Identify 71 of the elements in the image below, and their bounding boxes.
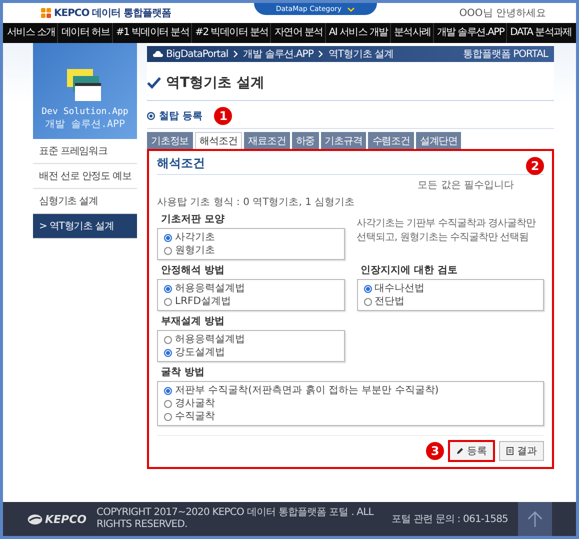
action-button[interactable]: 결과 [499,441,544,461]
radio-button[interactable] [164,386,172,394]
bullet-icon [147,112,155,120]
footer-logo-text: KEPCO [45,512,87,526]
arrow-up-icon [526,510,544,528]
radio-button[interactable] [164,246,172,254]
hint-text: 사각기초는 기판부 수직굴착과 경사굴착만 선택되고, 원형기초는 수직굴착만 선택됨 [356,217,537,245]
checkmark-icon [147,77,161,89]
action-button[interactable]: 등록 [448,440,495,462]
banner-subtitle: 개발 솔루션.APP [44,118,126,131]
breadcrumb-link[interactable]: BigDataPortal [166,48,228,60]
sidebar-item[interactable]: 표준 프레임워크 [33,139,137,164]
tab[interactable]: 기초규격 [320,132,366,149]
option-label: LRFD설계법 [175,295,231,308]
chevron-right-icon [318,50,324,58]
copyright-text: COPYRIGHT 2017~2020 KEPCO 데이터 통합플랫폼 포털 . ALL RIGHTS RESERVED. [96,507,375,531]
group-label: 부재설계 방법 [161,315,226,328]
option-label: 허용응력설계법 [175,333,245,346]
tab[interactable]: 기초정보 [147,132,193,149]
option-label: 허용응력설계법 [175,282,245,295]
radio-button[interactable] [364,284,372,292]
document-icon [506,447,514,455]
callout-badge: 3 [426,442,444,460]
option-label: 대수나선법 [374,282,424,295]
group-label: 굴착 방법 [161,366,206,379]
callout-badge: 1 [214,107,232,125]
cloud-icon [153,51,163,57]
page-title: 역T형기초 설계 [166,74,264,92]
radio-button[interactable] [164,284,172,292]
option-label: 강도설계법 [175,346,225,359]
option-label: 저판부 수직굴착(저판측면과 흙이 접하는 부분만 수직굴착) [175,384,439,397]
sidebar-item[interactable]: 배전 선로 안정도 예보 [33,164,137,189]
group-label: 인장지지에 대한 검토 [360,264,458,277]
callout-badge: 2 [526,157,544,175]
greeting-text: OOO님 안녕하세요 [459,7,546,20]
option-label: 전단법 [374,295,404,308]
chevron-right-icon [233,50,238,58]
contact-text: 포털 관련 문의 : 061-1585 [391,513,508,526]
radio-button[interactable] [164,336,172,344]
radio-button[interactable] [164,348,172,356]
radio-button[interactable] [164,412,172,420]
logo-icon [27,514,43,524]
section-title: 철탑 등록 [159,110,202,123]
radio-button[interactable] [164,298,172,306]
group-label: 안정해석 방법 [161,264,226,277]
tab[interactable]: 수렴조건 [368,132,414,149]
option-label: 수직굴착 [175,410,215,423]
required-note: 모든 값은 필수입니다 [418,179,514,192]
radio-button[interactable] [164,234,172,242]
radio-button[interactable] [364,298,372,306]
breadcrumb-link[interactable]: 역T형기초 설계 [328,47,394,61]
option-label: 사각기초 [175,231,215,244]
option-label: 원형기초 [175,244,215,257]
tab[interactable]: 하중 [292,132,319,149]
sidebar-item[interactable]: > 역T형기초 설계 [33,214,137,239]
breadcrumb-link[interactable]: 개발 솔루션.APP [243,47,314,61]
portal-label: 통합플랫폼 PORTAL [462,48,548,61]
form-note: 사용탑 기초 형식 : 0 역T형기초, 1 심형기초 [157,196,356,209]
option-label: 경사굴착 [175,397,215,410]
group-label: 기초저판 모양 [161,213,226,226]
scroll-top-button[interactable] [518,502,552,536]
tab[interactable]: 재료조건 [244,132,290,149]
radio-button[interactable] [164,400,172,408]
logo-text: KEPCO 데이터 통합플랫폼 [54,7,172,20]
tab[interactable]: 해석조건 [194,132,242,149]
chevron-down-icon [346,6,355,12]
tab[interactable]: 설계단면 [416,132,462,149]
pencil-icon [456,447,464,455]
nav-item[interactable]: DATA 분석과제 [508,23,574,43]
logo-icon [41,8,51,18]
banner-title: Dev Solution.App [42,107,128,117]
